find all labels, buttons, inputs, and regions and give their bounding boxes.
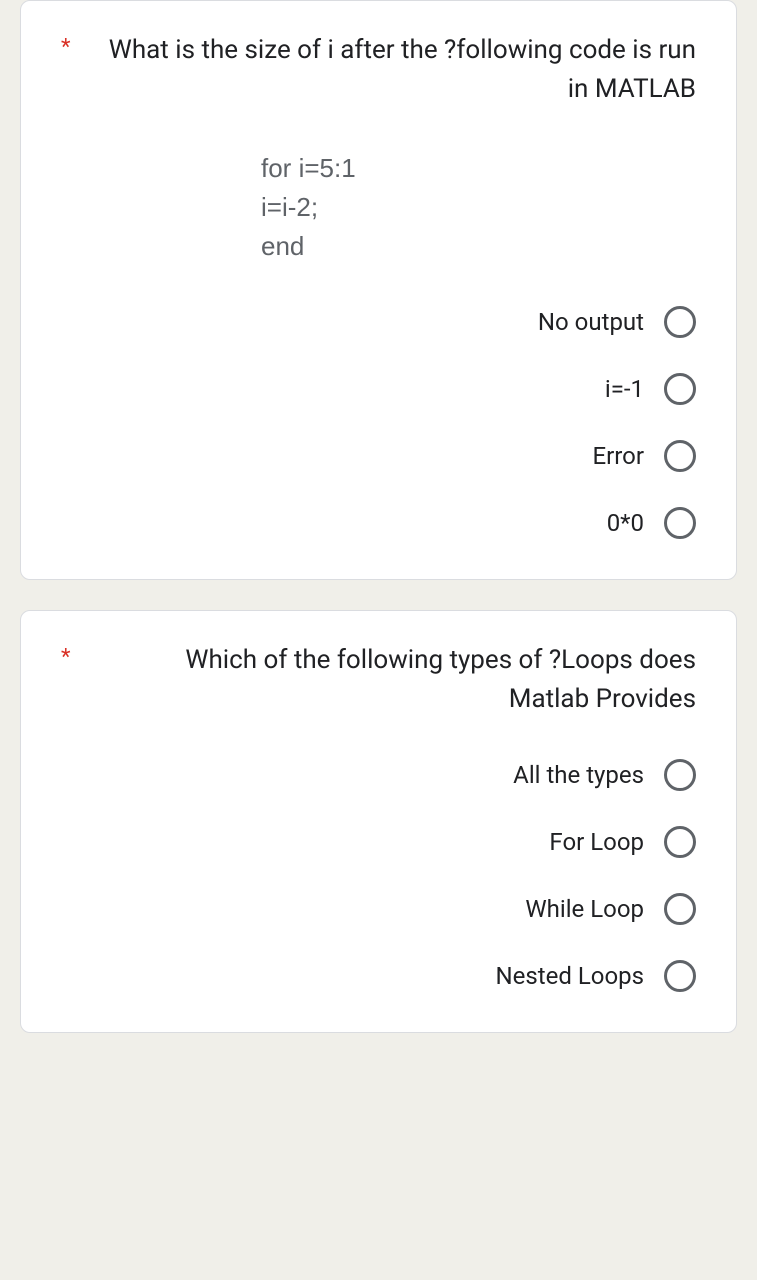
question-card-1: * What is the size of i after the ?follo… — [20, 0, 737, 580]
option-row[interactable]: All the types — [61, 759, 696, 791]
radio-icon[interactable] — [664, 507, 696, 539]
option-label: For Loop — [549, 828, 644, 856]
option-label: Nested Loops — [496, 962, 644, 990]
option-row[interactable]: No output — [61, 306, 696, 338]
radio-icon[interactable] — [664, 306, 696, 338]
option-label: While Loop — [525, 895, 644, 923]
option-label: Error — [593, 442, 645, 470]
question-card-2: * Which of the following types of ?Loops… — [20, 610, 737, 1033]
radio-icon[interactable] — [664, 826, 696, 858]
question-header: * Which of the following types of ?Loops… — [61, 641, 696, 719]
options-list: No output i=-1 Error 0*0 — [61, 306, 696, 539]
option-label: 0*0 — [607, 509, 644, 537]
option-row[interactable]: Nested Loops — [61, 960, 696, 992]
option-label: All the types — [513, 761, 644, 789]
question-text: Which of the following types of ?Loops d… — [100, 641, 696, 719]
option-row[interactable]: Error — [61, 440, 696, 472]
radio-icon[interactable] — [664, 440, 696, 472]
code-line: end — [261, 227, 696, 266]
radio-icon[interactable] — [664, 759, 696, 791]
radio-icon[interactable] — [664, 960, 696, 992]
code-line: i=i-2; — [261, 188, 696, 227]
question-header: * What is the size of i after the ?follo… — [61, 31, 696, 109]
question-text: What is the size of i after the ?followi… — [100, 31, 696, 109]
option-label: No output — [538, 308, 644, 336]
radio-icon[interactable] — [664, 893, 696, 925]
code-block: for i=5:1 i=i-2; end — [261, 149, 696, 266]
required-asterisk: * — [61, 35, 70, 60]
option-row[interactable]: 0*0 — [61, 507, 696, 539]
options-list: All the types For Loop While Loop Nested… — [61, 759, 696, 992]
radio-icon[interactable] — [664, 373, 696, 405]
option-label: i=-1 — [605, 375, 644, 403]
option-row[interactable]: For Loop — [61, 826, 696, 858]
option-row[interactable]: While Loop — [61, 893, 696, 925]
code-line: for i=5:1 — [261, 149, 696, 188]
required-asterisk: * — [61, 645, 70, 670]
option-row[interactable]: i=-1 — [61, 373, 696, 405]
